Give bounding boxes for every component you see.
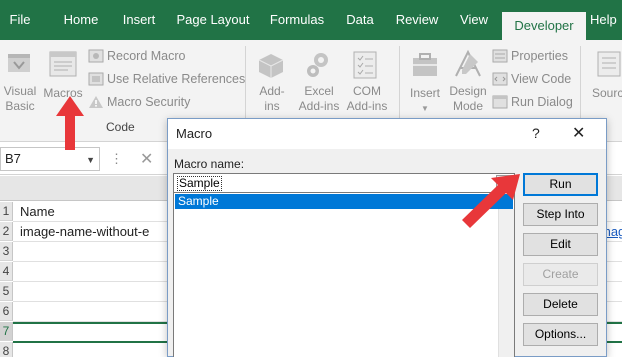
addins-icon bbox=[257, 52, 285, 80]
row-header-selected[interactable]: 7 bbox=[0, 322, 13, 341]
insert-controls-button[interactable]: Insert bbox=[404, 86, 446, 101]
row-header[interactable]: 2 bbox=[0, 222, 13, 241]
name-box-value: B7 bbox=[5, 151, 21, 166]
code-group-label: Code bbox=[106, 120, 135, 134]
com-addins-label-2: Add-ins bbox=[346, 99, 388, 113]
row-header[interactable]: 1 bbox=[0, 202, 13, 221]
dialog-title-bar[interactable]: Macro ? ✕ bbox=[168, 119, 606, 149]
tab-data[interactable]: Data bbox=[338, 0, 382, 40]
tab-home[interactable]: Home bbox=[52, 0, 110, 40]
source-icon bbox=[596, 50, 622, 80]
properties-button[interactable]: Properties bbox=[511, 49, 568, 64]
excel-addins-label-1: Excel bbox=[304, 84, 334, 98]
close-icon[interactable]: ✕ bbox=[572, 123, 585, 143]
record-macro-button[interactable]: Record Macro bbox=[107, 49, 186, 64]
source-button[interactable]: Sourc bbox=[592, 86, 622, 101]
tab-view[interactable]: View bbox=[452, 0, 496, 40]
tab-help[interactable]: Help bbox=[590, 0, 622, 40]
addins-label-1: Add- bbox=[259, 84, 285, 98]
run-dialog-button[interactable]: Run Dialog bbox=[511, 95, 573, 110]
tab-review[interactable]: Review bbox=[390, 0, 444, 40]
cell-a2[interactable]: image-name-without-e bbox=[20, 224, 149, 239]
com-addins-label-1: COM bbox=[353, 84, 381, 98]
record-macro-icon bbox=[88, 49, 104, 63]
com-addins-button[interactable]: COM Add-ins bbox=[344, 84, 390, 114]
addins-label-2: ins bbox=[264, 99, 280, 113]
design-mode-label-2: Mode bbox=[452, 99, 484, 113]
ribbon-tab-bar: File Home Insert Page Layout Formulas Da… bbox=[0, 0, 622, 40]
dialog-title: Macro bbox=[176, 126, 213, 141]
help-button[interactable]: ? bbox=[532, 125, 540, 141]
addins-button[interactable]: Add- ins bbox=[252, 84, 292, 114]
annotation-arrow-up bbox=[56, 96, 84, 150]
macros-icon bbox=[48, 50, 78, 80]
step-into-button[interactable]: Step Into bbox=[523, 203, 598, 226]
row-header[interactable]: 6 bbox=[0, 302, 13, 321]
relative-references-icon bbox=[88, 72, 104, 86]
cancel-icon[interactable]: ✕ bbox=[140, 149, 153, 169]
macro-security-button[interactable]: Macro Security bbox=[107, 95, 190, 110]
design-mode-label-1: Design bbox=[449, 84, 487, 98]
use-relative-references-button[interactable]: Use Relative References bbox=[107, 72, 245, 87]
excel-addins-button[interactable]: Excel Add-ins bbox=[296, 84, 342, 114]
visual-basic-label-1: Visual bbox=[3, 84, 37, 98]
tab-page-layout[interactable]: Page Layout bbox=[170, 0, 256, 40]
create-button: Create bbox=[523, 263, 598, 286]
visual-basic-button[interactable]: Visual Basic bbox=[2, 84, 38, 114]
row-header[interactable]: 5 bbox=[0, 282, 13, 301]
view-code-button[interactable]: View Code bbox=[511, 72, 571, 87]
tab-formulas[interactable]: Formulas bbox=[262, 0, 332, 40]
warning-icon bbox=[88, 95, 104, 109]
row-header[interactable]: 8 bbox=[0, 342, 13, 357]
design-mode-button[interactable]: Design Mode bbox=[448, 84, 488, 114]
visual-basic-icon bbox=[6, 50, 34, 78]
cell-a1[interactable]: Name bbox=[20, 204, 55, 219]
tab-file[interactable]: File bbox=[0, 0, 40, 40]
formula-bar-grip-icon: ⋮ bbox=[110, 151, 123, 166]
toolbox-icon bbox=[410, 50, 440, 80]
chevron-down-icon[interactable]: ▼ bbox=[86, 155, 95, 165]
checklist-icon bbox=[351, 50, 379, 80]
macro-name-label: Macro name: bbox=[174, 157, 245, 171]
options-button[interactable]: Options... bbox=[523, 323, 598, 346]
view-code-icon bbox=[492, 72, 508, 86]
properties-icon bbox=[492, 49, 508, 63]
visual-basic-label-2: Basic bbox=[5, 99, 35, 113]
excel-addins-label-2: Add-ins bbox=[298, 99, 340, 113]
edit-button[interactable]: Edit bbox=[523, 233, 598, 256]
annotation-arrow-right bbox=[462, 174, 520, 228]
tab-insert[interactable]: Insert bbox=[114, 0, 164, 40]
design-mode-icon bbox=[452, 48, 482, 80]
row-header[interactable]: 3 bbox=[0, 242, 13, 261]
delete-button[interactable]: Delete bbox=[523, 293, 598, 316]
gear-icon bbox=[304, 50, 332, 80]
run-button[interactable]: Run bbox=[523, 173, 598, 196]
row-header[interactable]: 4 bbox=[0, 262, 13, 281]
run-dialog-icon bbox=[492, 95, 508, 109]
macro-dialog: Macro ? ✕ Macro name: Sample Sample Run … bbox=[167, 118, 607, 357]
tab-developer[interactable]: Developer bbox=[502, 12, 586, 40]
macro-name-input-value: Sample bbox=[177, 176, 222, 191]
chevron-down-icon: ▼ bbox=[421, 104, 429, 113]
